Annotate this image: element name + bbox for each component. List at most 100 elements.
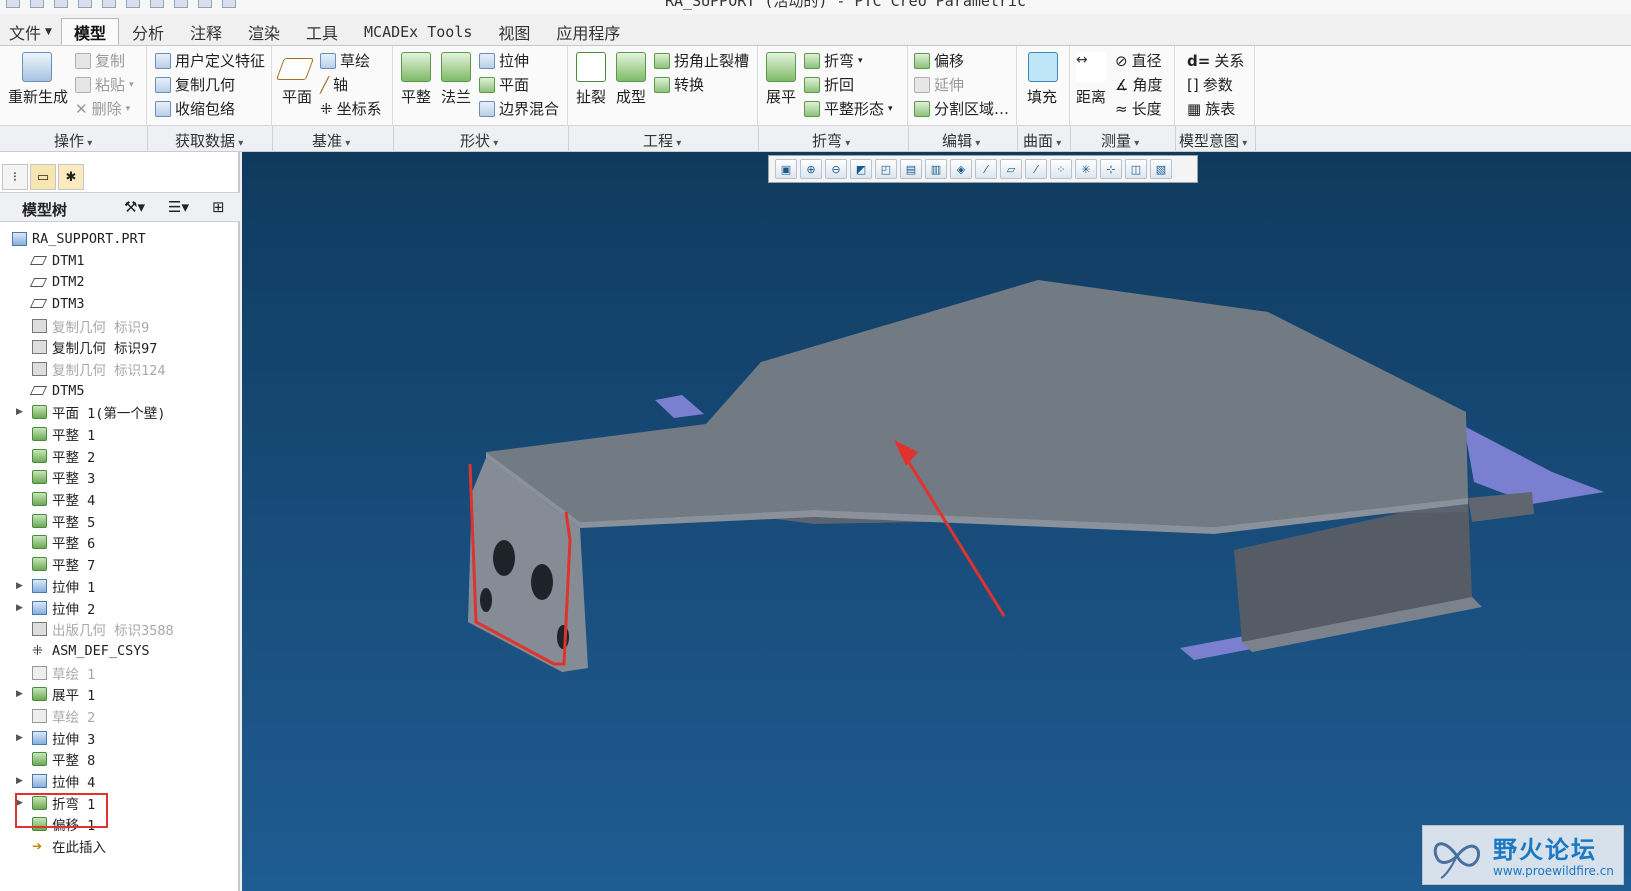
tab-tools[interactable]: 工具: [293, 18, 351, 45]
length-button[interactable]: ≈ 长度: [1115, 98, 1162, 119]
regenerate-icon[interactable]: [174, 0, 188, 8]
tree-item[interactable]: DTM5: [0, 380, 238, 402]
open-icon[interactable]: [54, 0, 68, 8]
rip-icon[interactable]: [576, 52, 606, 82]
family-table-button[interactable]: ▦ 族表: [1187, 98, 1235, 119]
delete-button[interactable]: ✕ 删除 ▾: [75, 98, 130, 119]
diameter-button[interactable]: ⊘ 直径: [1115, 50, 1162, 71]
csys-button[interactable]: ⁜ 坐标系: [320, 98, 382, 119]
right-lower-strip[interactable]: [1468, 492, 1534, 522]
tree-item[interactable]: ▶ 拉伸 1: [0, 575, 238, 597]
model-tree-tab[interactable]: ⁝: [2, 164, 28, 190]
fill-button[interactable]: 填充: [1027, 86, 1057, 107]
regenerate-icon[interactable]: [22, 52, 52, 82]
new-icon[interactable]: [30, 0, 44, 8]
flange-button[interactable]: 法兰: [441, 86, 471, 107]
tree-item[interactable]: 平整 1: [0, 423, 238, 445]
tree-item[interactable]: DTM3: [0, 293, 238, 315]
axis-button[interactable]: ╱ 轴: [320, 74, 348, 95]
expand-arrow-icon[interactable]: ▶: [16, 776, 23, 786]
tab-model[interactable]: 模型: [60, 18, 119, 45]
tab-view[interactable]: 视图: [485, 18, 543, 45]
planar-button[interactable]: 平面: [479, 74, 529, 95]
tree-item[interactable]: 平整 6: [0, 532, 238, 554]
settings-icon[interactable]: ⚒▾: [124, 198, 145, 216]
group-label-measure[interactable]: 测量: [1101, 130, 1139, 151]
tree-item[interactable]: 复制几何 标识9: [0, 315, 238, 337]
flat-button[interactable]: 平整: [401, 86, 431, 107]
group-label-datum[interactable]: 基准: [312, 130, 350, 151]
favorites-tab[interactable]: ✱: [58, 164, 84, 190]
group-label-engineering[interactable]: 工程: [643, 130, 681, 151]
corner-relief-button[interactable]: 拐角止裂槽: [654, 50, 749, 71]
form-button[interactable]: 成型: [616, 86, 646, 107]
boundary-blend-button[interactable]: 边界混合: [479, 98, 559, 119]
base-top-face[interactable]: [486, 280, 1468, 527]
distance-icon[interactable]: ↔: [1076, 52, 1106, 82]
datum-plane-left[interactable]: [655, 395, 704, 418]
group-label-get-data[interactable]: 获取数据: [175, 130, 243, 151]
tree-item[interactable]: 平整 3: [0, 467, 238, 489]
datum-plane-right[interactable]: [1464, 426, 1604, 504]
tree-item[interactable]: ▶ 拉伸 4: [0, 770, 238, 792]
tree-item[interactable]: 出版几何 标识3588: [0, 618, 238, 640]
unbend-button[interactable]: 展平: [766, 86, 796, 107]
distance-button[interactable]: 距离: [1076, 86, 1106, 107]
extrude-button[interactable]: 拉伸: [479, 50, 529, 71]
rip-button[interactable]: 扯裂: [576, 86, 606, 107]
plane-button[interactable]: 平面: [282, 86, 312, 107]
flat-state-button[interactable]: 平整形态 ▾: [804, 98, 893, 119]
plane-icon[interactable]: [275, 58, 315, 80]
offset-button[interactable]: 偏移: [914, 50, 964, 71]
graphics-window[interactable]: ▣ ⊕ ⊖ ◩ ◰ ▤ ▥ ◈ ⁄ ▱ ⁄ ⁘ ✳ ⊹ ◫ ▧ 野火论坛 www…: [242, 152, 1631, 891]
folder-browser-tab[interactable]: ▭: [30, 164, 56, 190]
print-icon[interactable]: [102, 0, 116, 8]
tab-annotate[interactable]: 注释: [177, 18, 235, 45]
tab-analysis[interactable]: 分析: [119, 18, 177, 45]
tree-item[interactable]: ⁜ ASM_DEF_CSYS: [0, 640, 238, 662]
tree-item[interactable]: RA_SUPPORT.PRT: [0, 228, 238, 250]
tab-file[interactable]: 文件 ▼: [0, 18, 61, 45]
fill-icon[interactable]: [1028, 52, 1058, 82]
tab-applications[interactable]: 应用程序: [543, 18, 633, 45]
expand-arrow-icon[interactable]: ▶: [16, 603, 23, 613]
tab-render[interactable]: 渲染: [235, 18, 293, 45]
split-area-button[interactable]: 分割区域…: [914, 98, 1009, 119]
group-label-edit[interactable]: 编辑: [942, 130, 980, 151]
angle-button[interactable]: ∡ 角度: [1115, 74, 1162, 95]
tree-item[interactable]: 草绘 1: [0, 662, 238, 684]
udf-button[interactable]: 用户定义特征: [155, 50, 265, 71]
tree-columns-icon[interactable]: ⊞: [212, 198, 225, 216]
tree-item[interactable]: 平整 8: [0, 749, 238, 771]
group-label-operations[interactable]: 操作: [54, 130, 92, 151]
bend-button[interactable]: 折弯 ▾: [804, 50, 863, 71]
unbend-icon[interactable]: [766, 52, 796, 82]
group-label-bend[interactable]: 折弯: [812, 130, 850, 151]
regenerate-button[interactable]: 重新生成: [8, 86, 68, 107]
tree-item[interactable]: ▶ 拉伸 2: [0, 597, 238, 619]
group-label-surface[interactable]: 曲面: [1023, 130, 1061, 151]
paste-button[interactable]: 粘贴 ▾: [75, 74, 134, 95]
tree-item[interactable]: ➔ 在此插入: [0, 835, 238, 857]
flat-wall-icon[interactable]: [401, 52, 431, 82]
copy-geometry-button[interactable]: 复制几何: [155, 74, 235, 95]
tree-item[interactable]: DTM1: [0, 250, 238, 272]
expand-arrow-icon[interactable]: ▶: [16, 689, 23, 699]
group-label-model-intent[interactable]: 模型意图: [1179, 130, 1247, 151]
expand-arrow-icon[interactable]: ▶: [16, 733, 23, 743]
tab-mcadex-tools[interactable]: MCADEx Tools: [351, 18, 485, 45]
tree-item[interactable]: 平整 2: [0, 445, 238, 467]
flange-icon[interactable]: [441, 52, 471, 82]
tree-item[interactable]: 平整 5: [0, 510, 238, 532]
shrinkwrap-button[interactable]: 收缩包络: [155, 98, 235, 119]
tree-item[interactable]: DTM2: [0, 271, 238, 293]
tree-item[interactable]: ▶ 拉伸 3: [0, 727, 238, 749]
tree-item[interactable]: ▶ 展平 1: [0, 683, 238, 705]
windows-icon[interactable]: [198, 0, 212, 8]
bend-back-button[interactable]: 折回: [804, 74, 854, 95]
sketch-button[interactable]: 草绘: [320, 50, 370, 71]
expand-arrow-icon[interactable]: ▶: [16, 581, 23, 591]
app-icon[interactable]: [6, 0, 20, 8]
close-window-icon[interactable]: [222, 0, 236, 8]
tree-item[interactable]: 平整 7: [0, 553, 238, 575]
